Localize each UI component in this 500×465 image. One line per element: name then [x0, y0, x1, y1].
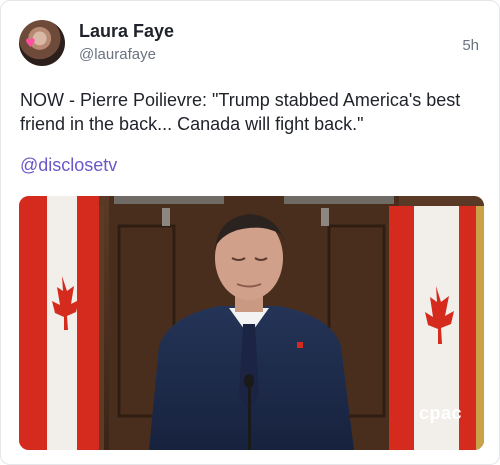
left-canada-flag: [19, 196, 99, 450]
post-timestamp[interactable]: 5h: [462, 37, 479, 54]
video-frame-image: [19, 196, 484, 450]
heart-icon: ♥: [25, 36, 36, 50]
author-name[interactable]: Laura Faye: [79, 21, 174, 42]
post-card: ♥ Laura Faye @laurafaye 5h NOW - Pierre …: [0, 0, 500, 465]
post-text: NOW - Pierre Poilievre: "Trump stabbed A…: [20, 90, 461, 134]
author-handle[interactable]: @laurafaye: [79, 46, 156, 63]
video-thumbnail[interactable]: cpac: [19, 196, 484, 450]
mention-link[interactable]: @disclosetv: [20, 155, 117, 176]
avatar[interactable]: ♥: [19, 20, 65, 66]
broadcaster-logo: cpac: [418, 403, 462, 423]
